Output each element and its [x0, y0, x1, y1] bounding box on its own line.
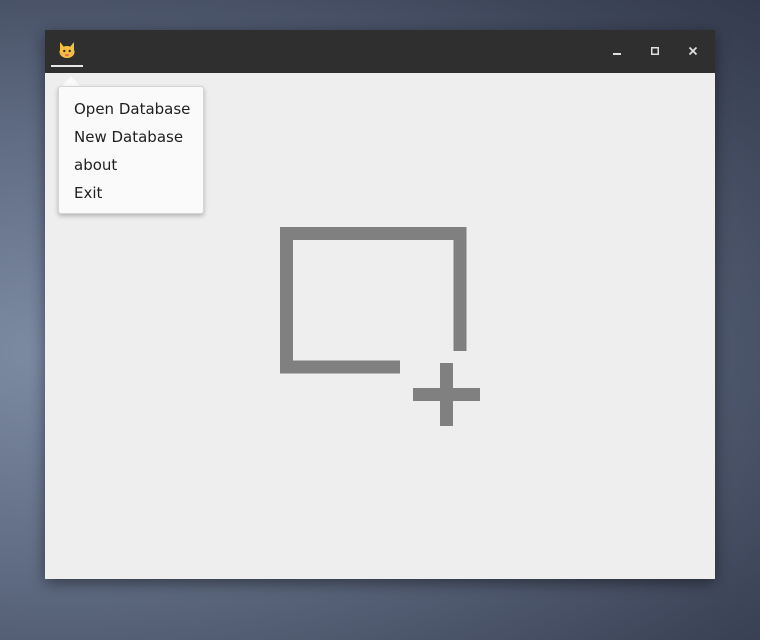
active-indicator: [51, 65, 83, 67]
cat-icon: [59, 42, 75, 58]
new-database-graphic[interactable]: [279, 226, 481, 428]
minimize-button[interactable]: [607, 42, 627, 60]
maximize-icon: [651, 47, 659, 55]
new-database-icon: [280, 227, 480, 426]
maximize-button[interactable]: [645, 42, 665, 60]
title-bar[interactable]: [45, 30, 715, 73]
close-icon: [688, 46, 698, 56]
menu-item-exit[interactable]: Exit: [59, 179, 203, 207]
menu-item-open-database[interactable]: Open Database: [59, 95, 203, 123]
menu-item-new-database[interactable]: New Database: [59, 123, 203, 151]
menu-list: Open Database New Database about Exit: [59, 95, 203, 207]
app-menu-button[interactable]: [51, 36, 83, 67]
menu-item-about[interactable]: about: [59, 151, 203, 179]
app-menu-popup: Open Database New Database about Exit: [58, 86, 204, 214]
minimize-icon: [613, 53, 621, 55]
menu-pointer: [62, 76, 80, 86]
close-button[interactable]: [683, 42, 703, 60]
